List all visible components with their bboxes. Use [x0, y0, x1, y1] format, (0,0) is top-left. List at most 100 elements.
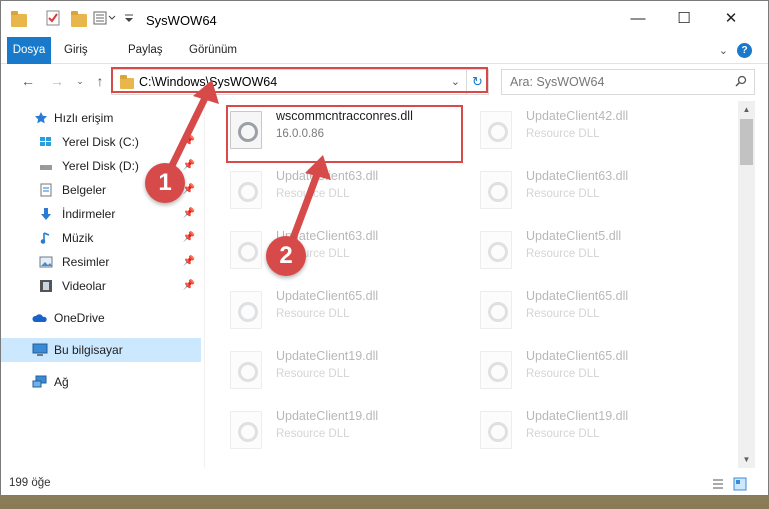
file-type: Resource DLL — [526, 128, 600, 140]
forward-arrow-icon[interactable]: → — [48, 72, 66, 90]
file-name: UpdateClient19.dll — [276, 409, 379, 423]
file-item[interactable]: UpdateClient65.dll Resource DLL — [456, 281, 706, 337]
navigation-pane: Hızlı erişim Yerel Disk (C:) 📌 Yerel Dis… — [1, 101, 204, 468]
title-bar: SysWOW64 — ☐ ✕ — [1, 1, 768, 37]
step-badge-2: 2 — [266, 236, 306, 276]
new-folder-icon[interactable] — [71, 10, 89, 28]
folder-icon[interactable] — [11, 10, 29, 28]
maximize-button[interactable]: ☐ — [661, 1, 707, 37]
file-type: Resource DLL — [526, 248, 600, 260]
tab-home[interactable]: Giriş — [64, 37, 88, 64]
expand-ribbon-icon[interactable]: ⌄ — [719, 44, 728, 57]
pin-icon[interactable]: 📌 — [183, 202, 195, 226]
help-icon[interactable]: ? — [737, 43, 752, 58]
sidebar-item-quick-access[interactable]: Hızlı erişim — [1, 106, 201, 130]
file-name: UpdateClient63.dll — [276, 169, 379, 183]
pin-icon[interactable]: 📌 — [183, 274, 195, 298]
sidebar-item-downloads[interactable]: İndirmeler 📌 — [1, 202, 201, 226]
file-item[interactable]: UpdateClient19.dll Resource DLL — [206, 341, 456, 397]
step-badge-1: 1 — [145, 163, 185, 203]
tiles-view-icon[interactable] — [733, 477, 747, 491]
pin-icon[interactable]: 📌 — [183, 130, 195, 154]
dll-gear-icon — [230, 411, 262, 449]
explorer-window: SysWOW64 — ☐ ✕ Dosya Giriş Paylaş Görünü… — [0, 0, 769, 496]
dll-gear-icon — [480, 111, 512, 149]
item-count: 199 öğe — [9, 477, 51, 489]
window-title: SysWOW64 — [146, 13, 217, 28]
file-type: Resource DLL — [276, 188, 350, 200]
download-arrow-icon — [41, 208, 51, 220]
file-item[interactable]: UpdateClient63.dll Resource DLL — [206, 161, 456, 217]
details-view-icon[interactable] — [711, 477, 725, 491]
ribbon-tabs: Dosya Giriş Paylaş Görünüm ⌄ ? — [1, 37, 768, 64]
dll-gear-icon — [480, 291, 512, 329]
close-button[interactable]: ✕ — [708, 1, 754, 37]
dll-gear-icon — [480, 411, 512, 449]
dll-gear-icon — [480, 231, 512, 269]
sidebar-item-videos[interactable]: Videolar 📌 — [1, 274, 201, 298]
file-type: Resource DLL — [526, 368, 600, 380]
status-bar: 199 öğe — [1, 472, 768, 496]
dll-gear-icon — [230, 231, 262, 269]
computer-icon — [32, 343, 48, 356]
sidebar-item-onedrive[interactable]: OneDrive — [1, 306, 201, 330]
file-type: Resource DLL — [526, 308, 600, 320]
customize-toolbar-icon[interactable] — [93, 10, 121, 28]
pane-divider — [204, 101, 205, 468]
picture-icon — [39, 256, 53, 268]
dll-gear-icon — [230, 291, 262, 329]
file-name: UpdateClient65.dll — [276, 289, 379, 303]
pin-icon[interactable]: 📌 — [183, 250, 195, 274]
file-item[interactable]: UpdateClient42.dll Resource DLL — [456, 101, 706, 157]
minimize-button[interactable]: — — [615, 1, 661, 37]
file-name: UpdateClient19.dll — [526, 409, 629, 423]
file-type: Resource DLL — [526, 188, 600, 200]
address-highlight-box — [111, 67, 488, 93]
tab-view[interactable]: Görünüm — [189, 37, 237, 64]
sidebar-item-local-disk-c[interactable]: Yerel Disk (C:) 📌 — [1, 130, 201, 154]
sidebar-item-pictures[interactable]: Resimler 📌 — [1, 250, 201, 274]
properties-icon[interactable] — [45, 10, 63, 28]
dll-gear-icon — [480, 171, 512, 209]
network-icon — [32, 375, 47, 388]
file-item[interactable]: UpdateClient63.dll Resource DLL — [206, 221, 456, 277]
search-placeholder: Ara: SysWOW64 — [510, 75, 605, 89]
cloud-icon — [32, 314, 47, 322]
file-highlight-box — [226, 105, 463, 163]
scroll-up-icon[interactable]: ▲ — [738, 101, 755, 118]
document-icon — [40, 183, 52, 197]
file-item[interactable]: UpdateClient5.dll Resource DLL — [456, 221, 706, 277]
tab-share[interactable]: Paylaş — [128, 37, 163, 64]
scroll-down-icon[interactable]: ▼ — [738, 451, 755, 468]
file-name: UpdateClient63.dll — [526, 169, 629, 183]
dll-gear-icon — [480, 351, 512, 389]
vertical-scrollbar[interactable]: ▲ ▼ — [738, 101, 755, 468]
pin-icon[interactable]: 📌 — [183, 154, 195, 178]
search-icon — [735, 75, 747, 87]
drive-windows-icon — [40, 137, 51, 146]
sidebar-item-network[interactable]: Ağ — [1, 370, 201, 394]
back-arrow-icon[interactable]: ← — [19, 72, 37, 90]
file-name: UpdateClient65.dll — [526, 289, 629, 303]
drive-icon — [40, 165, 52, 170]
sidebar-item-this-pc[interactable]: Bu bilgisayar — [1, 338, 201, 362]
up-arrow-icon[interactable]: ↑ — [91, 72, 109, 90]
file-name: UpdateClient42.dll — [526, 109, 629, 123]
file-item[interactable]: UpdateClient63.dll Resource DLL — [456, 161, 706, 217]
qa-dropdown-icon[interactable] — [123, 10, 141, 28]
search-input[interactable]: Ara: SysWOW64 — [501, 69, 755, 95]
sidebar-item-music[interactable]: Müzik 📌 — [1, 226, 201, 250]
file-name: UpdateClient65.dll — [526, 349, 629, 363]
pin-icon[interactable]: 📌 — [183, 226, 195, 250]
tab-file[interactable]: Dosya — [7, 37, 51, 64]
dll-gear-icon — [230, 171, 262, 209]
file-type: Resource DLL — [276, 368, 350, 380]
file-item[interactable]: UpdateClient65.dll Resource DLL — [206, 281, 456, 337]
film-icon — [40, 280, 52, 292]
recent-locations-icon[interactable]: ⌄ — [71, 72, 89, 90]
file-item[interactable]: UpdateClient65.dll Resource DLL — [456, 341, 706, 397]
music-note-icon — [40, 232, 50, 244]
scroll-thumb[interactable] — [740, 119, 753, 165]
file-item[interactable]: UpdateClient19.dll Resource DLL — [206, 401, 456, 457]
file-item[interactable]: UpdateClient19.dll Resource DLL — [456, 401, 706, 457]
